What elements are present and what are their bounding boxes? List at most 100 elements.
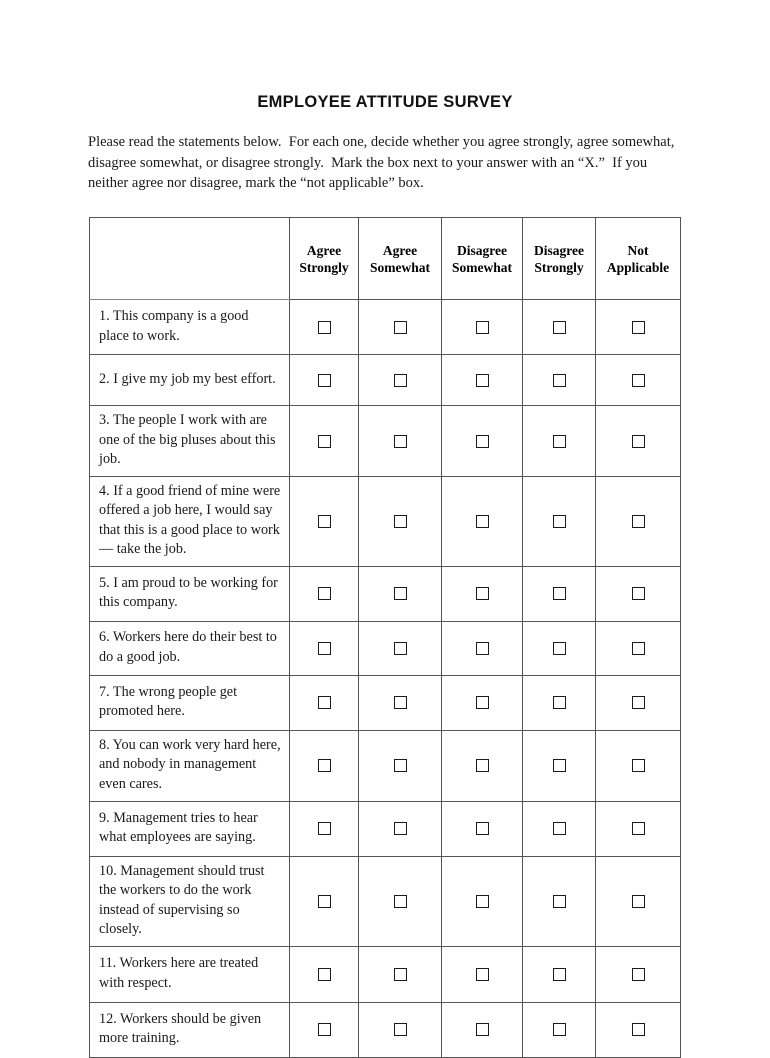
- checkbox-cell-agree-strongly[interactable]: [289, 945, 359, 1003]
- checkbox-icon[interactable]: [475, 641, 489, 655]
- checkbox-cell-agree-strongly[interactable]: [289, 800, 359, 857]
- checkbox-cell-not-applicable[interactable]: [595, 475, 681, 567]
- checkbox-icon[interactable]: [393, 514, 407, 528]
- checkbox-cell-agree-strongly[interactable]: [289, 729, 359, 802]
- checkbox-cell-agree-strongly[interactable]: [289, 354, 359, 406]
- checkbox-icon[interactable]: [393, 967, 407, 981]
- checkbox-cell-agree-somewhat[interactable]: [358, 674, 442, 731]
- checkbox-cell-not-applicable[interactable]: [595, 1001, 681, 1058]
- checkbox-icon[interactable]: [475, 1023, 489, 1037]
- checkbox-icon[interactable]: [393, 320, 407, 334]
- checkbox-cell-agree-somewhat[interactable]: [358, 945, 442, 1003]
- checkbox-icon[interactable]: [317, 894, 331, 908]
- checkbox-icon[interactable]: [317, 1023, 331, 1037]
- checkbox-cell-agree-somewhat[interactable]: [358, 855, 442, 947]
- checkbox-cell-agree-somewhat[interactable]: [358, 1001, 442, 1058]
- checkbox-icon[interactable]: [317, 514, 331, 528]
- checkbox-cell-disagree-somewhat[interactable]: [441, 299, 523, 355]
- checkbox-icon[interactable]: [631, 822, 645, 836]
- checkbox-cell-agree-strongly[interactable]: [289, 620, 359, 676]
- checkbox-cell-disagree-somewhat[interactable]: [441, 945, 523, 1003]
- checkbox-icon[interactable]: [393, 759, 407, 773]
- checkbox-cell-not-applicable[interactable]: [595, 674, 681, 731]
- checkbox-icon[interactable]: [393, 373, 407, 387]
- checkbox-cell-disagree-somewhat[interactable]: [441, 1001, 523, 1058]
- checkbox-icon[interactable]: [631, 641, 645, 655]
- checkbox-icon[interactable]: [631, 1023, 645, 1037]
- checkbox-icon[interactable]: [317, 967, 331, 981]
- checkbox-icon[interactable]: [552, 1023, 566, 1037]
- checkbox-icon[interactable]: [475, 759, 489, 773]
- checkbox-icon[interactable]: [317, 822, 331, 836]
- checkbox-icon[interactable]: [631, 587, 645, 601]
- checkbox-cell-disagree-somewhat[interactable]: [441, 354, 523, 406]
- checkbox-icon[interactable]: [552, 759, 566, 773]
- checkbox-icon[interactable]: [631, 373, 645, 387]
- checkbox-cell-disagree-strongly[interactable]: [522, 800, 596, 857]
- checkbox-cell-agree-somewhat[interactable]: [358, 800, 442, 857]
- checkbox-cell-disagree-strongly[interactable]: [522, 729, 596, 802]
- checkbox-icon[interactable]: [552, 822, 566, 836]
- checkbox-cell-not-applicable[interactable]: [595, 800, 681, 857]
- checkbox-icon[interactable]: [393, 894, 407, 908]
- checkbox-cell-disagree-somewhat[interactable]: [441, 855, 523, 947]
- checkbox-cell-not-applicable[interactable]: [595, 729, 681, 802]
- checkbox-cell-agree-somewhat[interactable]: [358, 354, 442, 406]
- checkbox-cell-not-applicable[interactable]: [595, 855, 681, 947]
- checkbox-icon[interactable]: [475, 696, 489, 710]
- checkbox-cell-disagree-somewhat[interactable]: [441, 405, 523, 477]
- checkbox-icon[interactable]: [552, 434, 566, 448]
- checkbox-icon[interactable]: [317, 587, 331, 601]
- checkbox-cell-agree-strongly[interactable]: [289, 1001, 359, 1058]
- checkbox-icon[interactable]: [393, 1023, 407, 1037]
- checkbox-cell-agree-somewhat[interactable]: [358, 620, 442, 676]
- checkbox-cell-agree-somewhat[interactable]: [358, 729, 442, 802]
- checkbox-cell-disagree-strongly[interactable]: [522, 620, 596, 676]
- checkbox-cell-disagree-somewhat[interactable]: [441, 475, 523, 567]
- checkbox-icon[interactable]: [475, 320, 489, 334]
- checkbox-cell-not-applicable[interactable]: [595, 565, 681, 622]
- checkbox-cell-disagree-strongly[interactable]: [522, 354, 596, 406]
- checkbox-cell-disagree-strongly[interactable]: [522, 855, 596, 947]
- checkbox-icon[interactable]: [631, 434, 645, 448]
- checkbox-icon[interactable]: [552, 894, 566, 908]
- checkbox-cell-disagree-strongly[interactable]: [522, 475, 596, 567]
- checkbox-icon[interactable]: [631, 696, 645, 710]
- checkbox-cell-disagree-strongly[interactable]: [522, 945, 596, 1003]
- checkbox-cell-disagree-somewhat[interactable]: [441, 565, 523, 622]
- checkbox-cell-not-applicable[interactable]: [595, 945, 681, 1003]
- checkbox-cell-agree-strongly[interactable]: [289, 475, 359, 567]
- checkbox-cell-agree-strongly[interactable]: [289, 855, 359, 947]
- checkbox-icon[interactable]: [552, 320, 566, 334]
- checkbox-icon[interactable]: [475, 514, 489, 528]
- checkbox-icon[interactable]: [552, 641, 566, 655]
- checkbox-icon[interactable]: [631, 759, 645, 773]
- checkbox-icon[interactable]: [475, 373, 489, 387]
- checkbox-cell-agree-somewhat[interactable]: [358, 405, 442, 477]
- checkbox-icon[interactable]: [552, 587, 566, 601]
- checkbox-icon[interactable]: [393, 587, 407, 601]
- checkbox-icon[interactable]: [317, 641, 331, 655]
- checkbox-cell-disagree-strongly[interactable]: [522, 1001, 596, 1058]
- checkbox-icon[interactable]: [552, 696, 566, 710]
- checkbox-icon[interactable]: [317, 759, 331, 773]
- checkbox-cell-not-applicable[interactable]: [595, 620, 681, 676]
- checkbox-icon[interactable]: [552, 967, 566, 981]
- checkbox-icon[interactable]: [631, 894, 645, 908]
- checkbox-cell-disagree-somewhat[interactable]: [441, 729, 523, 802]
- checkbox-icon[interactable]: [393, 696, 407, 710]
- checkbox-icon[interactable]: [393, 822, 407, 836]
- checkbox-cell-agree-somewhat[interactable]: [358, 299, 442, 355]
- checkbox-cell-agree-strongly[interactable]: [289, 565, 359, 622]
- checkbox-cell-not-applicable[interactable]: [595, 405, 681, 477]
- checkbox-icon[interactable]: [317, 320, 331, 334]
- checkbox-icon[interactable]: [317, 434, 331, 448]
- checkbox-cell-disagree-somewhat[interactable]: [441, 800, 523, 857]
- checkbox-cell-agree-strongly[interactable]: [289, 405, 359, 477]
- checkbox-cell-agree-somewhat[interactable]: [358, 565, 442, 622]
- checkbox-icon[interactable]: [631, 967, 645, 981]
- checkbox-cell-not-applicable[interactable]: [595, 299, 681, 355]
- checkbox-icon[interactable]: [475, 894, 489, 908]
- checkbox-cell-disagree-strongly[interactable]: [522, 299, 596, 355]
- checkbox-icon[interactable]: [393, 641, 407, 655]
